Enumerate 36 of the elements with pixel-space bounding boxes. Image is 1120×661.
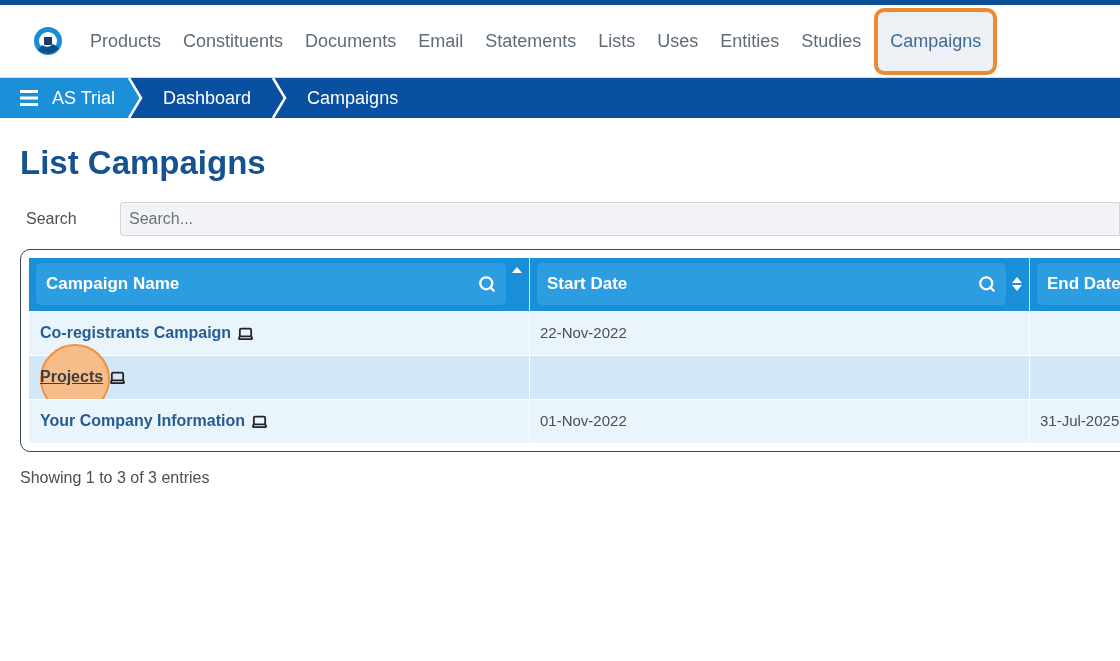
column-header[interactable]: Start Date — [530, 257, 1030, 311]
search-icon[interactable] — [478, 275, 496, 293]
menu-icon — [20, 90, 38, 106]
column-title: End Date — [1047, 273, 1120, 296]
chevron-icon — [127, 78, 144, 118]
breadcrumb-link[interactable]: Dashboard — [143, 84, 272, 112]
search-icon[interactable] — [978, 275, 996, 293]
nav-link[interactable]: Entities — [711, 11, 789, 71]
campaign-link[interactable]: Your Company Information — [40, 409, 269, 433]
breadcrumb-current: Campaigns — [306, 86, 400, 110]
entries-info: Showing 1 to 3 of 3 entries — [20, 467, 211, 488]
column-header[interactable]: Campaign Name — [29, 257, 530, 311]
nav-link[interactable]: Campaigns — [874, 7, 998, 75]
nav-link[interactable]: Studies — [792, 11, 871, 71]
column-title: Campaign Name — [46, 273, 181, 296]
campaign-link[interactable]: Co-registrants Campaign — [40, 321, 255, 345]
search-label: Search — [26, 208, 78, 229]
end-date: 31-Jul-2025 — [1040, 410, 1120, 431]
nav-link[interactable]: Email — [409, 11, 473, 71]
search-field[interactable]: Search... — [120, 201, 1120, 236]
nav-link[interactable]: Documents — [296, 11, 406, 71]
column-title: Start Date — [547, 273, 629, 296]
nav-link[interactable]: Lists — [589, 11, 645, 71]
start-date: 01-Nov-2022 — [540, 410, 627, 431]
campaign-link[interactable]: Projects — [40, 365, 127, 389]
page-title: List Campaigns — [20, 143, 267, 183]
logo-icon[interactable] — [33, 26, 63, 56]
chevron-icon — [271, 78, 288, 118]
sort-icon[interactable] — [1012, 276, 1022, 292]
column-header[interactable]: End Date — [1030, 257, 1120, 311]
start-date: 22-Nov-2022 — [540, 322, 627, 343]
nav-link[interactable]: Constituents — [174, 11, 293, 71]
nav-link[interactable]: Uses — [648, 11, 708, 71]
nav-link[interactable]: Statements — [476, 11, 586, 71]
nav-link[interactable]: Products — [81, 11, 171, 71]
sort-ascending-icon[interactable] — [512, 265, 522, 274]
